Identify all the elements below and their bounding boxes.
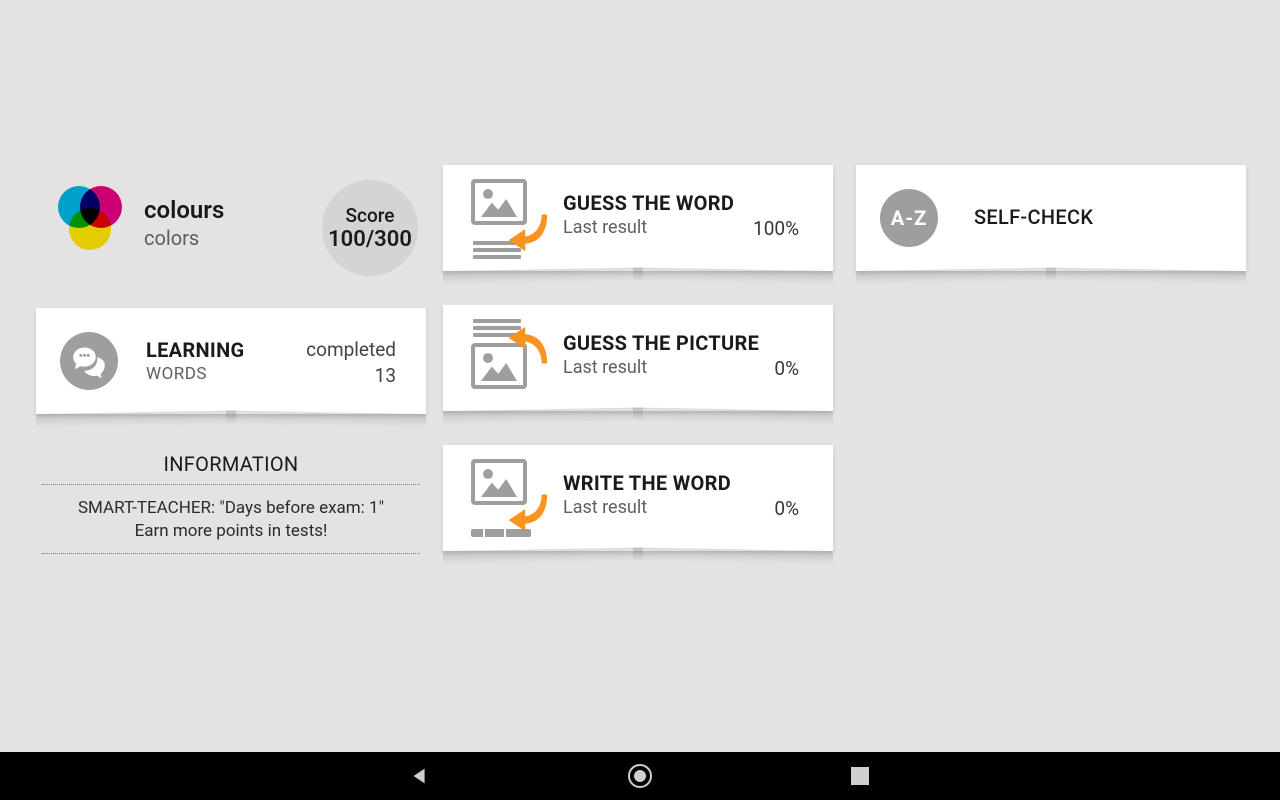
chat-bubbles-icon — [60, 332, 118, 390]
colours-icon — [52, 182, 132, 262]
guess-picture-title: GUESS THE PICTURE — [563, 331, 759, 355]
learning-subtitle: WORDS — [146, 364, 207, 384]
category-subtitle: colors — [144, 226, 199, 250]
self-check-card[interactable]: A-Z SELF-CHECK — [856, 165, 1246, 271]
learning-status-value: 13 — [375, 364, 396, 387]
learning-title: LEARNING — [146, 338, 244, 362]
write-word-card[interactable]: WRITE THE WORD Last result 0% — [443, 445, 833, 551]
score-value: 100/300 — [328, 227, 412, 252]
guess-picture-card[interactable]: GUESS THE PICTURE Last result 0% — [443, 305, 833, 411]
write-word-icon — [465, 459, 551, 537]
az-icon: A-Z — [880, 189, 938, 247]
guess-word-title: GUESS THE WORD — [563, 191, 734, 215]
android-navbar — [0, 752, 1280, 800]
guess-picture-icon — [465, 319, 551, 397]
score-badge: Score 100/300 — [322, 180, 418, 276]
guess-picture-percent: 0% — [774, 357, 799, 380]
information-heading: INFORMATION — [36, 452, 426, 484]
guess-word-icon — [465, 179, 551, 257]
guess-word-subtitle: Last result — [563, 217, 647, 238]
guess-word-percent: 100% — [753, 217, 799, 240]
learning-card[interactable]: LEARNING WORDS completed 13 — [36, 308, 426, 414]
write-word-percent: 0% — [774, 497, 799, 520]
information-line2: Earn more points in tests! — [56, 520, 406, 543]
learning-status-label: completed — [306, 338, 396, 361]
guess-word-card[interactable]: GUESS THE WORD Last result 100% — [443, 165, 833, 271]
score-label: Score — [346, 204, 395, 227]
information-panel: INFORMATION SMART-TEACHER: "Days before … — [36, 452, 426, 554]
nav-home-button[interactable] — [625, 761, 655, 791]
self-check-title: SELF-CHECK — [974, 205, 1093, 229]
guess-picture-subtitle: Last result — [563, 357, 647, 378]
category-title: colours — [144, 196, 224, 224]
nav-recent-button[interactable] — [845, 761, 875, 791]
write-word-subtitle: Last result — [563, 497, 647, 518]
write-word-title: WRITE THE WORD — [563, 471, 731, 495]
information-line1: SMART-TEACHER: "Days before exam: 1" — [56, 497, 406, 520]
nav-back-button[interactable] — [405, 761, 435, 791]
